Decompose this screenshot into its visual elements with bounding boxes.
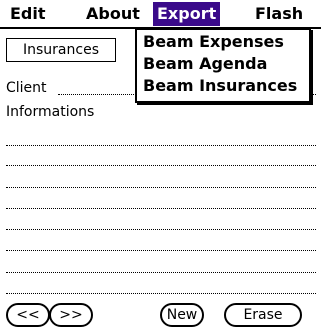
info-line xyxy=(6,208,316,209)
info-line xyxy=(6,293,316,294)
next-button[interactable]: >> xyxy=(49,303,93,327)
info-line xyxy=(6,145,316,146)
menu-item-beam-insurances[interactable]: Beam Insurances xyxy=(143,75,297,97)
menu-edit[interactable]: Edit xyxy=(6,2,50,26)
export-dropdown-menu: Beam Expenses Beam Agenda Beam Insurance… xyxy=(135,28,311,103)
new-button[interactable]: New xyxy=(160,303,204,327)
menu-export[interactable]: Export xyxy=(153,2,221,26)
menu-bar: Edit About Export Flash xyxy=(0,0,321,29)
info-line xyxy=(6,187,316,188)
menu-about[interactable]: About xyxy=(82,2,144,26)
client-label: Client xyxy=(6,80,47,96)
menu-item-beam-expenses[interactable]: Beam Expenses xyxy=(143,31,284,53)
erase-button[interactable]: Erase xyxy=(224,303,302,327)
info-line xyxy=(6,229,316,230)
info-line xyxy=(6,272,316,273)
informations-label: Informations xyxy=(6,104,95,120)
menu-item-beam-agenda[interactable]: Beam Agenda xyxy=(143,53,267,75)
info-line xyxy=(6,250,316,251)
previous-button[interactable]: << xyxy=(6,303,50,327)
menu-flash[interactable]: Flash xyxy=(251,2,307,26)
info-line xyxy=(6,165,316,166)
category-selector[interactable]: Insurances xyxy=(6,38,116,62)
